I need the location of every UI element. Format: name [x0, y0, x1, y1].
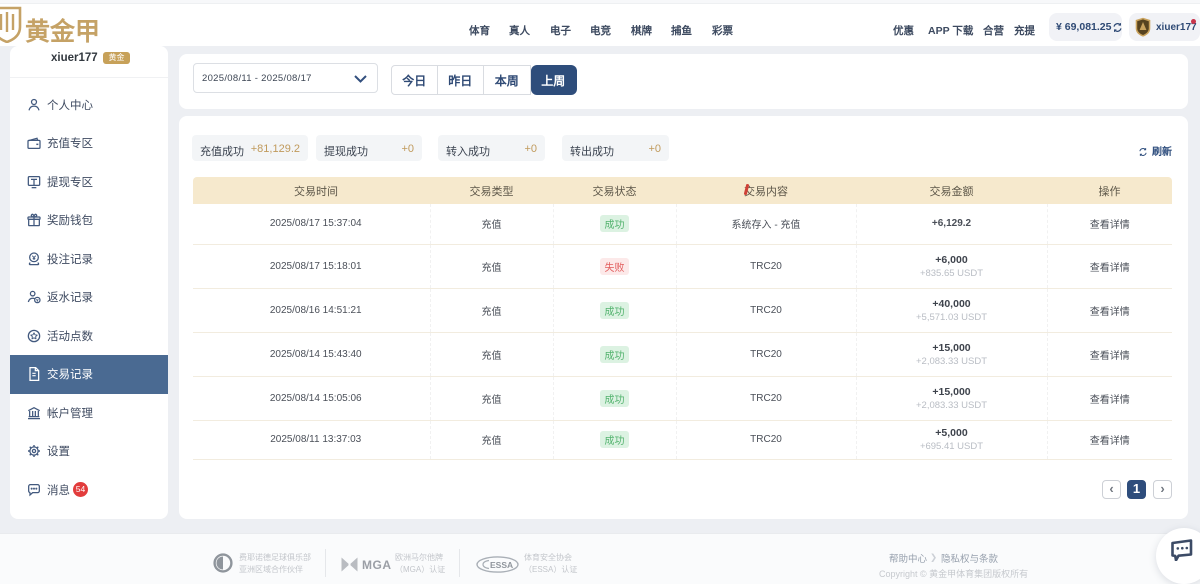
svg-text:ESSA: ESSA	[490, 560, 513, 570]
